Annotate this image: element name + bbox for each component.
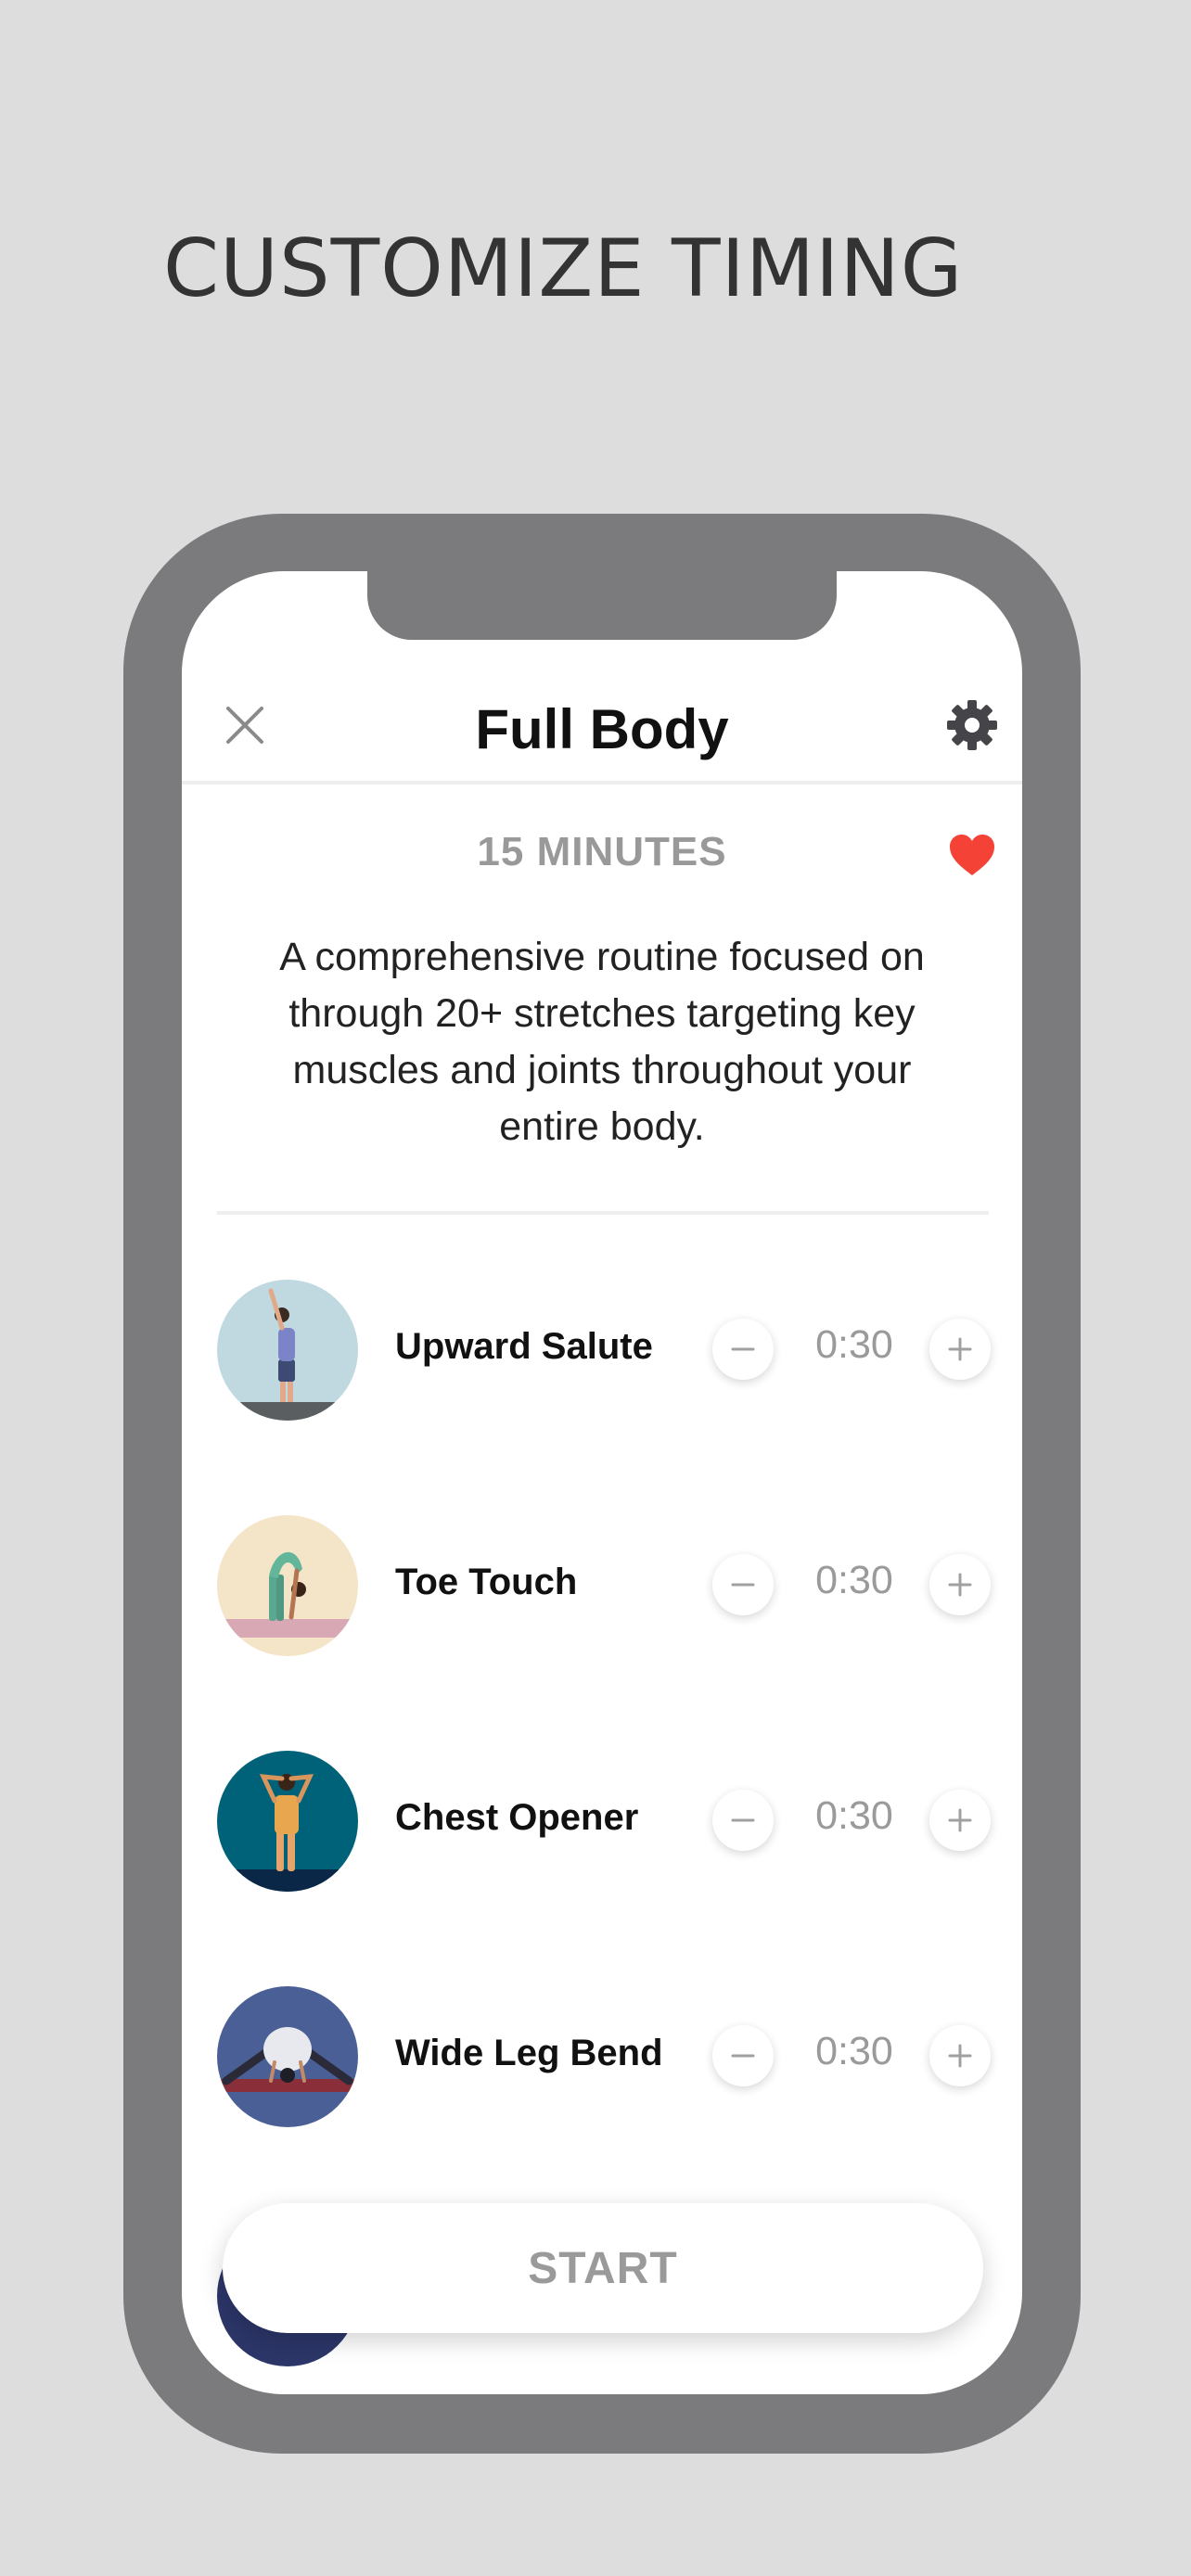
phone-notch <box>367 571 837 640</box>
toe-touch-illustration <box>217 1515 358 1656</box>
phone-frame: Full Body 15 MINUTES A comprehensive rou… <box>123 514 1081 2454</box>
settings-button[interactable] <box>942 695 1002 755</box>
exercise-time: 0:30 <box>815 1793 893 1838</box>
decrease-time-button[interactable] <box>712 1319 774 1380</box>
exercise-row[interactable]: Toe Touch 0:30 <box>182 1515 1022 1656</box>
favorite-button[interactable] <box>942 827 1002 883</box>
increase-time-button[interactable] <box>929 1319 991 1380</box>
minus-icon <box>731 1818 755 1822</box>
gear-icon <box>947 700 997 750</box>
exercise-thumbnail <box>217 1280 358 1421</box>
page-title: Full Body <box>475 698 729 760</box>
exercise-time: 0:30 <box>815 2029 893 2073</box>
exercise-thumbnail <box>217 1515 358 1656</box>
minus-icon <box>731 2054 755 2058</box>
exercise-row[interactable]: Wide Leg Bend 0:30 <box>182 1986 1022 2127</box>
exercise-name: Upward Salute <box>395 1326 653 1367</box>
plus-icon <box>948 1337 972 1361</box>
exercise-name: Chest Opener <box>395 1797 639 1838</box>
plus-icon <box>948 2044 972 2068</box>
minus-icon <box>731 1583 755 1587</box>
nav-divider <box>182 781 1022 784</box>
headline: CUSTOMIZE TIMING <box>163 223 964 315</box>
start-button[interactable]: START <box>223 2203 983 2333</box>
decrease-time-button[interactable] <box>712 1554 774 1615</box>
minus-icon <box>731 1347 755 1351</box>
exercise-name: Toe Touch <box>395 1562 578 1602</box>
plus-icon <box>948 1573 972 1597</box>
exercise-name: Wide Leg Bend <box>395 2033 663 2073</box>
exercise-row[interactable]: Chest Opener 0:30 <box>182 1751 1022 1892</box>
upward-salute-illustration <box>217 1280 358 1421</box>
decrease-time-button[interactable] <box>712 1790 774 1851</box>
exercise-time: 0:30 <box>815 1322 893 1367</box>
nav-bar: Full Body <box>182 673 1022 784</box>
decrease-time-button[interactable] <box>712 2025 774 2086</box>
exercise-thumbnail <box>217 1751 358 1892</box>
heart-icon <box>950 835 994 875</box>
chest-opener-illustration <box>217 1751 358 1892</box>
wide-leg-bend-illustration <box>217 1986 358 2127</box>
increase-time-button[interactable] <box>929 2025 991 2086</box>
increase-time-button[interactable] <box>929 1790 991 1851</box>
exercise-thumbnail <box>217 1986 358 2127</box>
routine-description: A comprehensive routine focused on throu… <box>279 935 925 1149</box>
increase-time-button[interactable] <box>929 1554 991 1615</box>
app-screen: Full Body 15 MINUTES A comprehensive rou… <box>182 571 1022 2394</box>
exercise-time: 0:30 <box>815 1558 893 1602</box>
plus-icon <box>948 1808 972 1832</box>
exercise-row[interactable]: Upward Salute 0:30 <box>182 1280 1022 1421</box>
content-divider <box>217 1211 989 1215</box>
routine-duration: 15 MINUTES <box>477 829 727 874</box>
